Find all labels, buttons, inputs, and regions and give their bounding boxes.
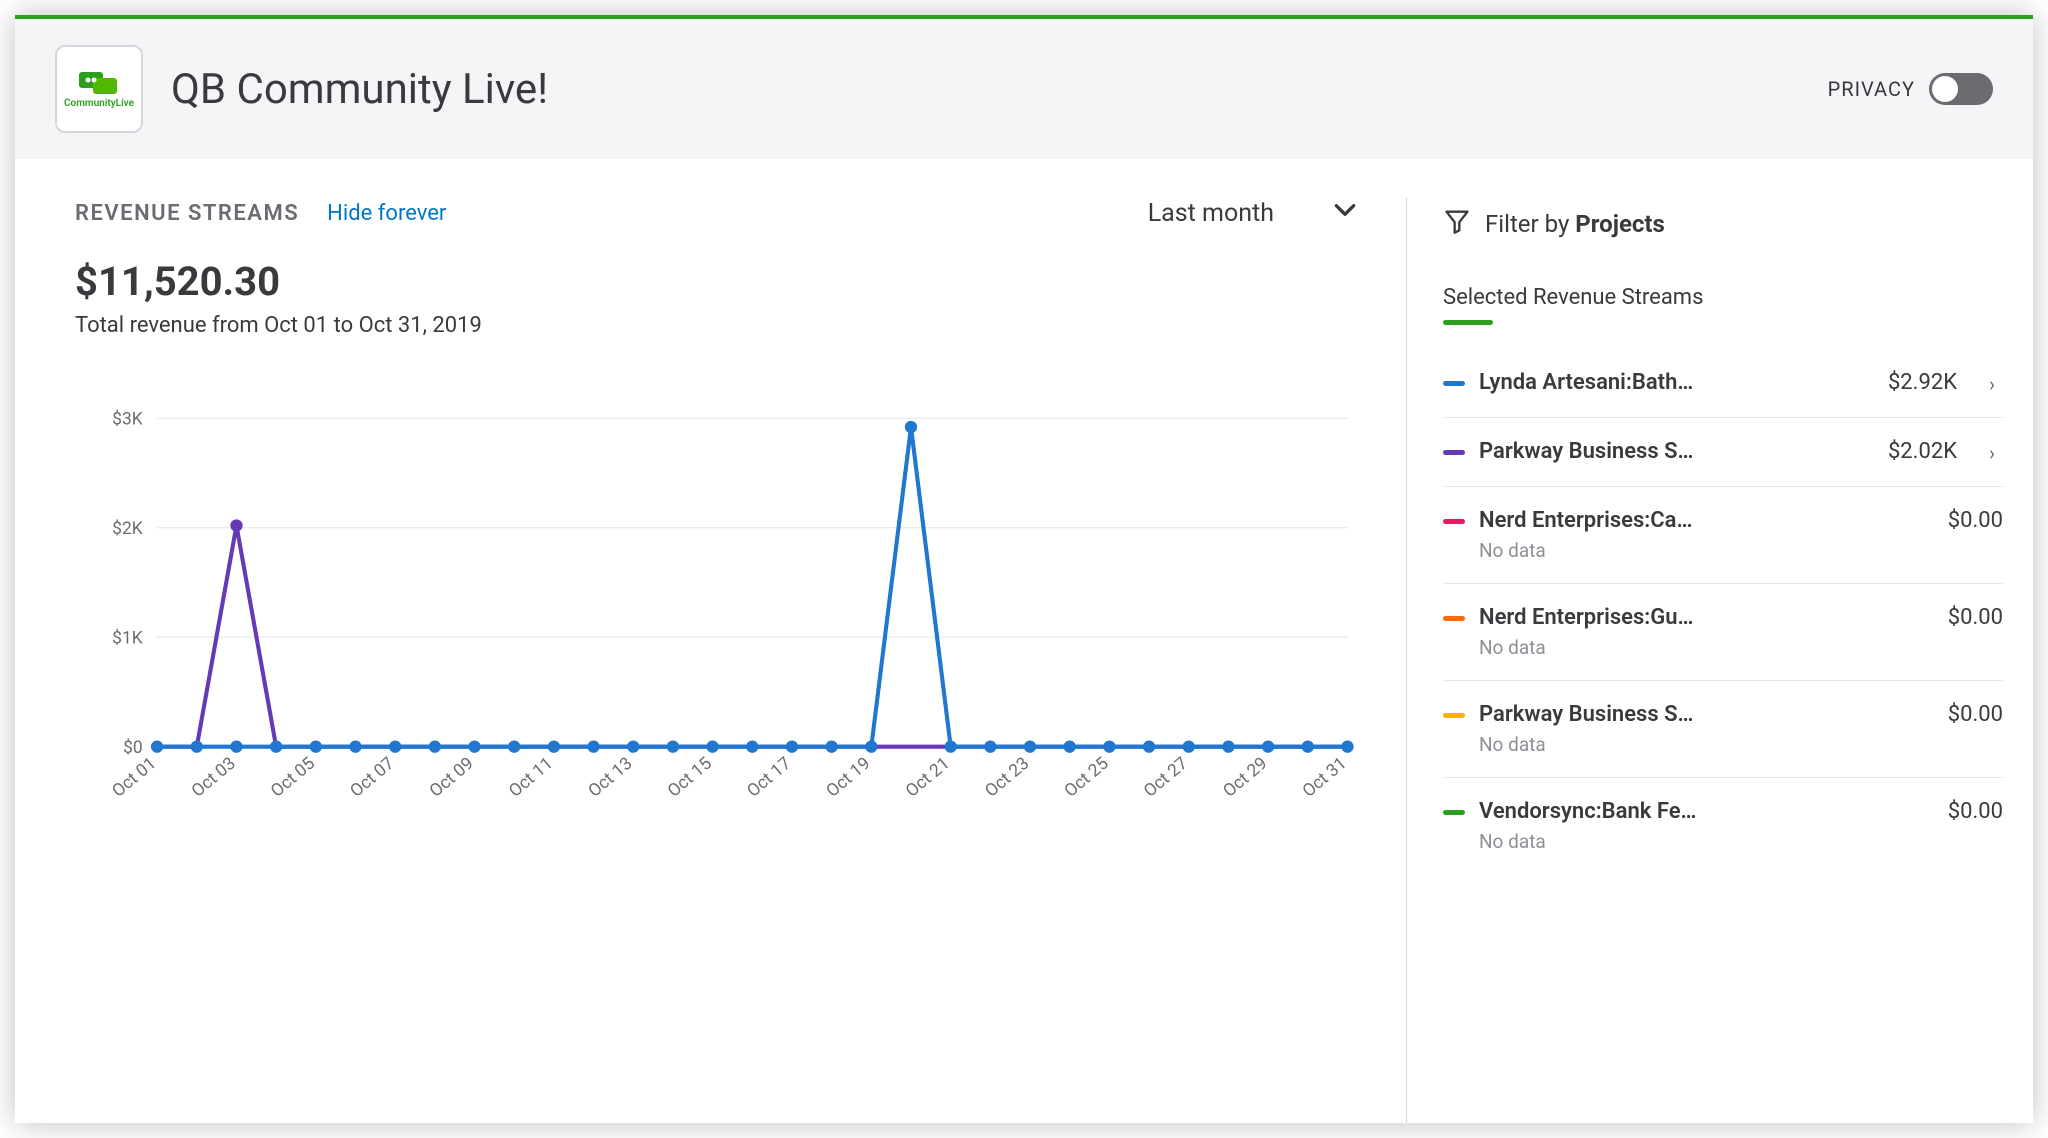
tab-selected-streams[interactable]: Selected Revenue Streams [1443,285,2003,325]
stream-amount: $2.92K [1888,370,1957,395]
stream-swatch [1443,713,1465,718]
stream-main: Nerd Enterprises:Gu… No data [1479,605,1934,659]
stream-amount: $0.00 [1948,702,2003,727]
stream-row[interactable]: Nerd Enterprises:Gu… No data $0.00 [1443,583,2003,680]
svg-text:$2K: $2K [112,518,143,539]
stream-name: Parkway Business S… [1479,439,1734,464]
svg-text:Oct 23: Oct 23 [982,754,1034,802]
community-live-icon [77,70,121,96]
stream-main: Parkway Business S… [1479,439,1874,464]
content-body: REVENUE STREAMS Hide forever Last month … [15,159,2033,1123]
svg-text:Oct 01: Oct 01 [109,754,161,802]
hide-forever-link[interactable]: Hide forever [327,201,446,226]
svg-text:Oct 13: Oct 13 [585,754,637,802]
stream-list: Lynda Artesani:Bath…$2.92K›Parkway Busin… [1443,349,2003,874]
total-revenue-subtext: Total revenue from Oct 01 to Oct 31, 201… [75,313,1368,338]
revenue-chart: $0 $1K $2K $3K Oct 01 Oct 03 Oct 05 Oct 07 Oct 0… [75,408,1368,839]
svg-text:Oct 21: Oct 21 [902,754,954,802]
stream-swatch [1443,381,1465,386]
stream-swatch [1443,616,1465,621]
svg-text:$1K: $1K [112,627,143,648]
chevron-down-icon [1332,197,1358,230]
privacy-toggle[interactable] [1929,73,1993,105]
filter-prefix: Filter by [1485,210,1575,238]
svg-text:Oct 19: Oct 19 [823,754,875,802]
stream-swatch [1443,519,1465,524]
filter-bold: Projects [1575,210,1665,238]
app-header: CommunityLive QB Community Live! PRIVACY [15,19,2033,159]
svg-text:Oct 09: Oct 09 [426,754,478,802]
stream-row[interactable]: Nerd Enterprises:Ca… No data $0.00 [1443,486,2003,583]
svg-text:Oct 25: Oct 25 [1061,754,1113,802]
tab-underline [1443,320,1493,325]
stream-main: Parkway Business S… No data [1479,702,1934,756]
sidebar-panel: Filter by Projects Selected Revenue Stre… [1406,197,2003,1123]
stream-subtext: No data [1479,733,1934,756]
app-window: CommunityLive QB Community Live! PRIVACY… [15,15,2033,1123]
svg-text:Oct 17: Oct 17 [743,754,795,802]
date-range-select[interactable]: Last month [1148,197,1368,230]
brand-logo: CommunityLive [55,45,143,133]
stream-subtext: No data [1479,830,1934,853]
main-panel: REVENUE STREAMS Hide forever Last month … [75,197,1406,1123]
stream-row[interactable]: Parkway Business S… No data $0.00 [1443,680,2003,777]
stream-amount: $2.02K [1888,439,1957,464]
tab-label: Selected Revenue Streams [1443,285,1703,310]
stream-subtext: No data [1479,539,1934,562]
svg-text:Oct 15: Oct 15 [664,754,716,802]
stream-subtext: No data [1479,636,1934,659]
stream-row[interactable]: Vendorsync:Bank Fe… No data $0.00 [1443,777,2003,874]
svg-text:$3K: $3K [112,408,143,429]
funnel-icon [1443,207,1471,241]
stream-name: Vendorsync:Bank Fe… [1479,799,1734,824]
stream-name: Parkway Business S… [1479,702,1734,727]
page-title: QB Community Live! [171,65,548,114]
svg-text:Oct 29: Oct 29 [1220,754,1272,802]
svg-text:Oct 31: Oct 31 [1299,754,1351,802]
stream-amount: $0.00 [1948,508,2003,533]
filter-by-projects[interactable]: Filter by Projects [1443,207,2003,241]
brand-logo-text: CommunityLive [64,98,134,109]
stream-main: Lynda Artesani:Bath… [1479,370,1874,395]
privacy-label: PRIVACY [1828,77,1915,101]
stream-row[interactable]: Parkway Business S… $2.02K › [1443,417,2003,486]
stream-name: Nerd Enterprises:Gu… [1479,605,1734,630]
svg-text:Oct 27: Oct 27 [1140,754,1192,802]
stream-amount: $0.00 [1948,605,2003,630]
chevron-right-icon: › [1989,441,2003,465]
stream-amount: $0.00 [1948,799,2003,824]
section-header: REVENUE STREAMS Hide forever Last month [75,197,1368,230]
chart-svg: $0 $1K $2K $3K Oct 01 Oct 03 Oct 05 Oct 07 Oct 0… [75,408,1368,839]
svg-text:Oct 05: Oct 05 [267,754,319,802]
svg-text:Oct 11: Oct 11 [505,754,557,802]
chevron-right-icon: › [1989,372,2003,396]
stream-main: Nerd Enterprises:Ca… No data [1479,508,1934,562]
filter-label: Filter by Projects [1485,210,1665,238]
stream-swatch [1443,450,1465,455]
stream-row[interactable]: Lynda Artesani:Bath… $2.92K › [1443,349,2003,417]
total-revenue-amount: $11,520.30 [75,258,1368,305]
header-right: PRIVACY [1828,73,1993,105]
stream-name: Nerd Enterprises:Ca… [1479,508,1734,533]
stream-name: Lynda Artesani:Bath… [1479,370,1734,395]
section-title: REVENUE STREAMS [75,201,299,226]
svg-text:$0: $0 [123,737,143,758]
stream-swatch [1443,810,1465,815]
date-range-label: Last month [1148,199,1274,228]
svg-text:Oct 07: Oct 07 [347,754,399,802]
stream-main: Vendorsync:Bank Fe… No data [1479,799,1934,853]
toggle-knob [1932,76,1958,102]
svg-text:Oct 03: Oct 03 [188,754,240,802]
